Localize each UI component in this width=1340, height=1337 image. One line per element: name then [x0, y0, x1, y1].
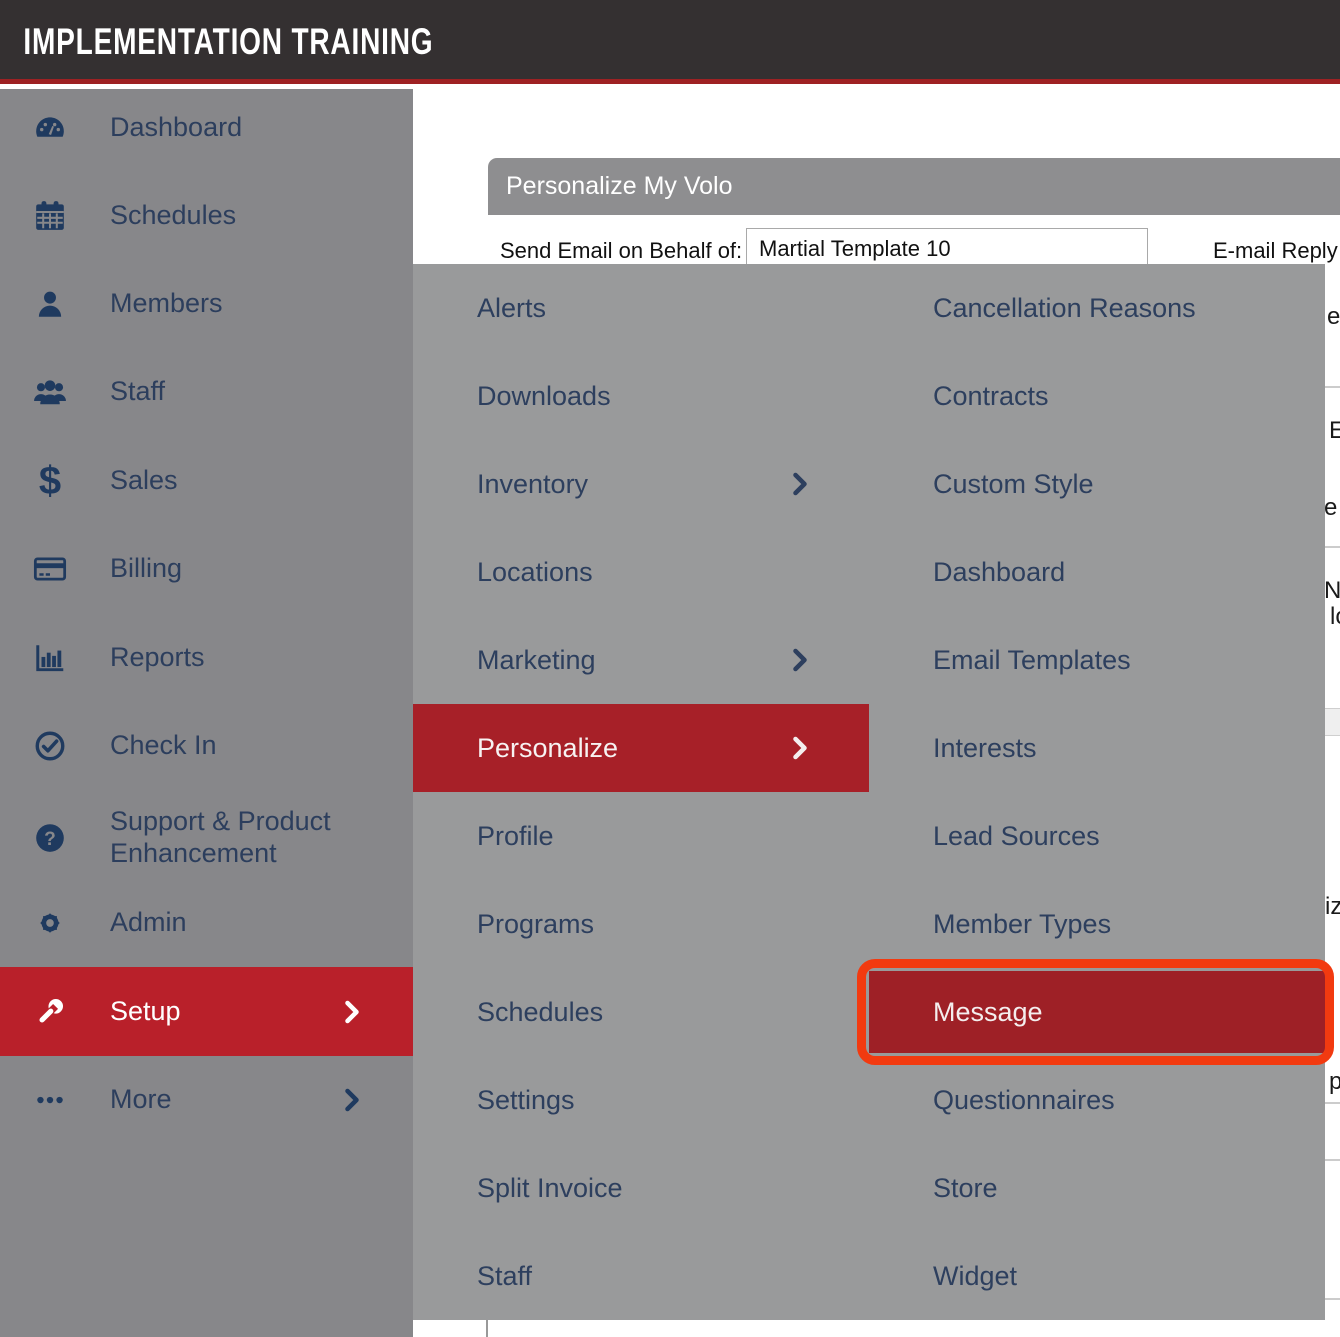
- sidebar-item-admin[interactable]: Admin: [0, 893, 413, 953]
- sidebar-item-reports[interactable]: Reports: [0, 628, 413, 688]
- question-circle-icon: ?: [28, 816, 72, 860]
- dollar-icon: $: [28, 459, 72, 503]
- flyout-item-locations[interactable]: Locations: [413, 528, 869, 616]
- flyout-item-split-invoice[interactable]: Split Invoice: [413, 1144, 869, 1232]
- flyout-item-personalize[interactable]: Personalize: [413, 704, 869, 792]
- app-window: Personalize My Volo Send Email on Behalf…: [0, 0, 1340, 1337]
- app-header: IMPLEMENTATION TRAINING: [0, 0, 1340, 84]
- clipped-text-fragment: iz: [1325, 893, 1340, 921]
- sidebar-item-dashboard[interactable]: Dashboard: [0, 98, 413, 158]
- sidebar-item-schedules[interactable]: Schedules: [0, 186, 413, 246]
- clipped-text-fragment: e: [1327, 303, 1340, 331]
- bar-chart-icon: [28, 636, 72, 680]
- sidebar-item-support[interactable]: ? Support & Product Enhancement: [0, 791, 413, 885]
- chevron-right-icon: [792, 472, 809, 496]
- credit-card-icon: [28, 547, 72, 591]
- clipped-text-fragment: lo: [1330, 603, 1340, 631]
- clipped-text-fragment: NE: [1324, 577, 1340, 605]
- sidebar-item-billing[interactable]: Billing: [0, 539, 413, 599]
- flyout-item-programs[interactable]: Programs: [413, 880, 869, 968]
- flyout-item-message[interactable]: Message: [869, 968, 1325, 1056]
- flyout-item-widget[interactable]: Widget: [869, 1232, 1325, 1320]
- sidebar-item-members[interactable]: Members: [0, 274, 413, 334]
- sidebar-item-check-in[interactable]: Check In: [0, 716, 413, 776]
- flyout-item-settings[interactable]: Settings: [413, 1056, 869, 1144]
- flyout-item-email-templates[interactable]: Email Templates: [869, 616, 1325, 704]
- sidebar-nav: Dashboard Schedules Members Staff $ Sale…: [0, 89, 413, 1337]
- flyout-item-alerts[interactable]: Alerts: [413, 264, 869, 352]
- sidebar-item-setup[interactable]: Setup: [0, 967, 413, 1056]
- clipped-text-fragment: p: [1329, 1068, 1340, 1096]
- flyout-item-downloads[interactable]: Downloads: [413, 352, 869, 440]
- flyout-right-column: Cancellation Reasons Contracts Custom St…: [869, 264, 1325, 1320]
- flyout-left-column: Alerts Downloads Inventory Locations Mar…: [413, 264, 869, 1320]
- chevron-right-icon: [344, 1088, 361, 1112]
- gear-icon: [28, 901, 72, 945]
- chevron-right-icon: [344, 1000, 361, 1024]
- clipped-text-fragment: E: [1329, 417, 1340, 445]
- panel-title: Personalize My Volo: [488, 158, 1340, 215]
- divider: [486, 1320, 488, 1337]
- flyout-item-interests[interactable]: Interests: [869, 704, 1325, 792]
- flyout-item-marketing[interactable]: Marketing: [413, 616, 869, 704]
- chevron-right-icon: [792, 648, 809, 672]
- chevron-right-icon: [792, 736, 809, 760]
- flyout-item-cancellation-reasons[interactable]: Cancellation Reasons: [869, 264, 1325, 352]
- sidebar-item-more[interactable]: More: [0, 1070, 413, 1130]
- flyout-item-staff[interactable]: Staff: [413, 1232, 869, 1320]
- people-icon: [28, 370, 72, 414]
- svg-text:?: ?: [44, 829, 56, 850]
- flyout-item-dashboard[interactable]: Dashboard: [869, 528, 1325, 616]
- flyout-item-member-types[interactable]: Member Types: [869, 880, 1325, 968]
- flyout-item-questionnaires[interactable]: Questionnaires: [869, 1056, 1325, 1144]
- gauge-icon: [28, 106, 72, 150]
- flyout-item-contracts[interactable]: Contracts: [869, 352, 1325, 440]
- person-icon: [28, 282, 72, 326]
- sidebar-item-sales[interactable]: $ Sales: [0, 451, 413, 511]
- content-below-flyout: [413, 1320, 1340, 1337]
- wrench-icon: [28, 990, 72, 1034]
- ellipsis-icon: [28, 1078, 72, 1122]
- flyout-item-store[interactable]: Store: [869, 1144, 1325, 1232]
- flyout-item-lead-sources[interactable]: Lead Sources: [869, 792, 1325, 880]
- flyout-item-custom-style[interactable]: Custom Style: [869, 440, 1325, 528]
- email-reply-label: E-mail Reply T: [1213, 238, 1340, 264]
- check-circle-icon: [28, 724, 72, 768]
- flyout-item-inventory[interactable]: Inventory: [413, 440, 869, 528]
- clipped-text-fragment: e I: [1324, 494, 1340, 522]
- calendar-icon: [28, 194, 72, 238]
- send-email-on-behalf-label: Send Email on Behalf of:: [500, 238, 742, 264]
- setup-flyout-menu: Alerts Downloads Inventory Locations Mar…: [413, 264, 1325, 1320]
- sidebar-item-staff[interactable]: Staff: [0, 362, 413, 422]
- flyout-item-schedules[interactable]: Schedules: [413, 968, 869, 1056]
- page-title: IMPLEMENTATION TRAINING: [0, 0, 433, 85]
- flyout-item-profile[interactable]: Profile: [413, 792, 869, 880]
